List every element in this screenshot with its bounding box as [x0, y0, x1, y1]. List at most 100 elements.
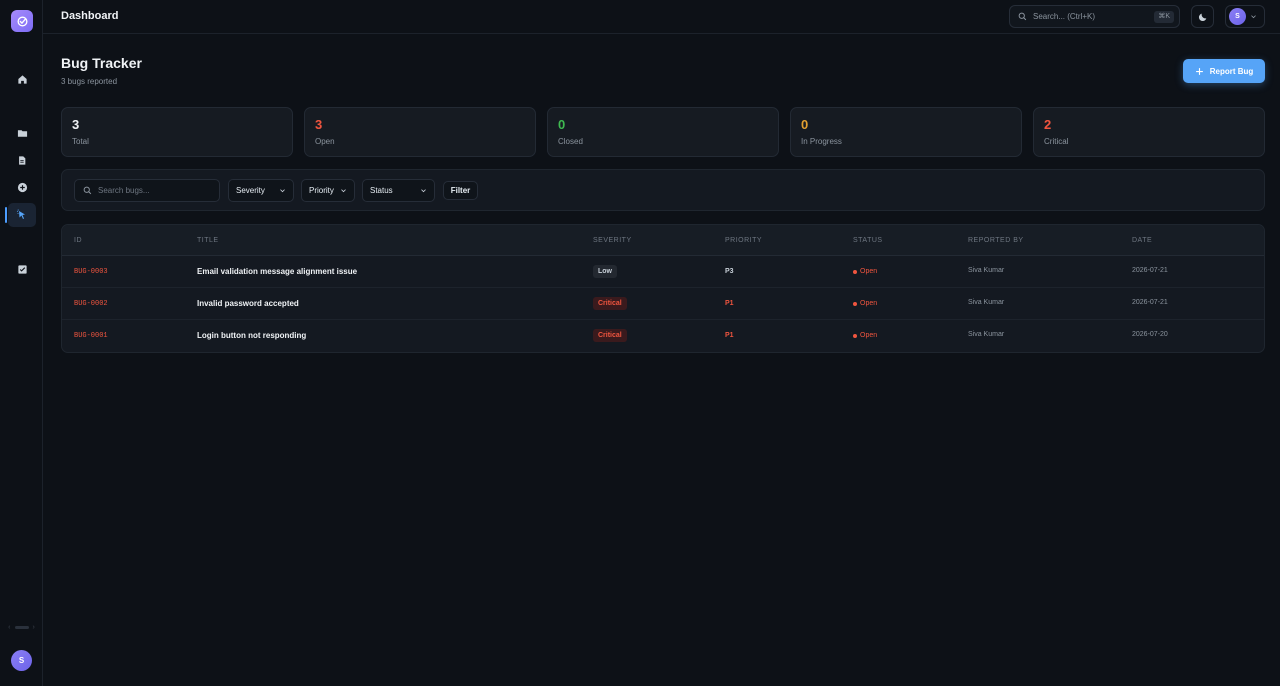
search-icon: [1018, 12, 1027, 21]
bug-title[interactable]: Login button not responding: [197, 331, 306, 340]
column-header-date: DATE: [1132, 237, 1153, 244]
chevron-down-icon: [1251, 15, 1256, 19]
status-text: Open: [860, 332, 878, 339]
table-row[interactable]: BUG-0002 Invalid password accepted Criti…: [62, 288, 1264, 320]
severity-badge: Critical: [593, 329, 627, 342]
status-text: Open: [860, 300, 878, 307]
priority-value: P1: [725, 332, 734, 339]
severity-badge: Critical: [593, 297, 627, 310]
global-search-input[interactable]: Search... (Ctrl+K) ⌘K: [1009, 5, 1180, 28]
table-header: ID TITLE SEVERITY PRIORITY STATUS REPORT…: [62, 225, 1264, 256]
bug-id[interactable]: BUG-0003: [74, 268, 108, 276]
bug-date: 2026-07-20: [1132, 331, 1168, 338]
bug-title[interactable]: Email validation message alignment issue: [197, 267, 357, 276]
chevron-right-icon: ›: [32, 623, 35, 631]
column-header-title: TITLE: [197, 237, 219, 244]
priority-select-value: Priority: [309, 186, 334, 195]
severity-badge: Low: [593, 265, 617, 278]
add-circle-icon: [17, 182, 27, 192]
sidebar-item-home[interactable]: [8, 67, 36, 91]
stat-card-closed: 0 Closed: [547, 107, 779, 157]
report-bug-button[interactable]: Report Bug: [1183, 59, 1265, 83]
stat-label: Open: [315, 137, 335, 146]
sidebar-item-tasks[interactable]: [8, 257, 36, 281]
sidebar-item-bug-tracker[interactable]: [5, 203, 36, 227]
table-row[interactable]: BUG-0003 Email validation message alignm…: [62, 256, 1264, 288]
bug-tracker-icon: [16, 209, 25, 219]
reporter-name: Siva Kumar: [968, 331, 1005, 338]
stat-label: Critical: [1044, 137, 1069, 146]
search-placeholder: Search bugs...: [98, 186, 150, 195]
sidebar-item-add[interactable]: [8, 175, 36, 199]
bug-table: ID TITLE SEVERITY PRIORITY STATUS REPORT…: [61, 224, 1265, 353]
status-badge: Open: [853, 332, 877, 339]
search-icon: [83, 186, 92, 195]
bug-id[interactable]: BUG-0001: [74, 332, 108, 340]
column-header-status: STATUS: [853, 237, 883, 244]
stat-value: 3: [315, 117, 323, 132]
chevron-down-icon: [341, 189, 346, 193]
reporter-name: Siva Kumar: [968, 267, 1005, 274]
sidebar-avatar[interactable]: S: [11, 650, 32, 671]
sidebar-item-projects[interactable]: [8, 121, 36, 145]
stat-label: Total: [72, 137, 89, 146]
checklist-icon: [17, 264, 27, 274]
logo-icon: [16, 15, 28, 27]
priority-value: P1: [725, 300, 734, 307]
column-header-priority: PRIORITY: [725, 237, 763, 244]
search-placeholder: Search... (Ctrl+K): [1033, 12, 1096, 21]
bug-date: 2026-07-21: [1132, 267, 1168, 274]
status-select[interactable]: Status: [362, 179, 435, 202]
filter-button[interactable]: Filter: [443, 181, 478, 200]
stat-card-critical: 2 Critical: [1033, 107, 1265, 157]
page-title: Bug Tracker: [61, 55, 142, 71]
bug-search-input[interactable]: Search bugs...: [74, 179, 220, 202]
app-logo[interactable]: [11, 10, 33, 32]
priority-value: P3: [725, 268, 734, 275]
stat-card-in-progress: 0 In Progress: [790, 107, 1022, 157]
filter-bar: Search bugs... Severity Priority Status …: [61, 169, 1265, 211]
status-dot: [853, 333, 857, 338]
scroll-indicator: [14, 625, 29, 629]
status-dot: [853, 301, 857, 306]
column-header-id: ID: [74, 237, 82, 244]
sidebar-item-documents[interactable]: [8, 148, 36, 172]
status-text: Open: [860, 268, 878, 275]
bug-id[interactable]: BUG-0002: [74, 300, 108, 308]
status-badge: Open: [853, 300, 877, 307]
theme-toggle-button[interactable]: [1191, 5, 1214, 28]
user-menu-button[interactable]: S: [1225, 5, 1265, 28]
severity-select-value: Severity: [236, 186, 265, 195]
bug-title[interactable]: Invalid password accepted: [197, 299, 299, 308]
chevron-down-icon: [280, 189, 285, 193]
page-title-header: Dashboard: [61, 10, 119, 22]
stat-card-open: 3 Open: [304, 107, 536, 157]
stat-value: 2: [1044, 117, 1052, 132]
plus-icon: [1195, 67, 1203, 75]
page-subtitle: 3 bugs reported: [61, 77, 118, 86]
severity-select[interactable]: Severity: [228, 179, 294, 202]
column-header-severity: SEVERITY: [593, 237, 632, 244]
folder-icon: [17, 129, 27, 137]
stat-label: In Progress: [801, 137, 842, 146]
table-row[interactable]: BUG-0001 Login button not responding Cri…: [62, 320, 1264, 352]
avatar: S: [1229, 8, 1246, 25]
document-icon: [19, 155, 26, 165]
stat-value: 0: [801, 117, 809, 132]
status-badge: Open: [853, 268, 877, 275]
sidebar-collapse-handle[interactable]: ‹ ›: [3, 622, 40, 632]
priority-select[interactable]: Priority: [301, 179, 355, 202]
chevron-down-icon: [421, 189, 426, 193]
home-icon: [17, 74, 27, 84]
status-select-value: Status: [370, 186, 393, 195]
status-dot: [853, 269, 857, 274]
search-shortcut-badge: ⌘K: [1154, 11, 1174, 23]
stat-value: 3: [72, 117, 80, 132]
chevron-left-icon: ‹: [8, 623, 11, 631]
topbar: Dashboard Search... (Ctrl+K) ⌘K S: [43, 0, 1280, 34]
moon-icon: [1198, 13, 1206, 21]
stat-label: Closed: [558, 137, 583, 146]
stat-card-total: 3 Total: [61, 107, 293, 157]
reporter-name: Siva Kumar: [968, 299, 1005, 306]
stat-value: 0: [558, 117, 566, 132]
